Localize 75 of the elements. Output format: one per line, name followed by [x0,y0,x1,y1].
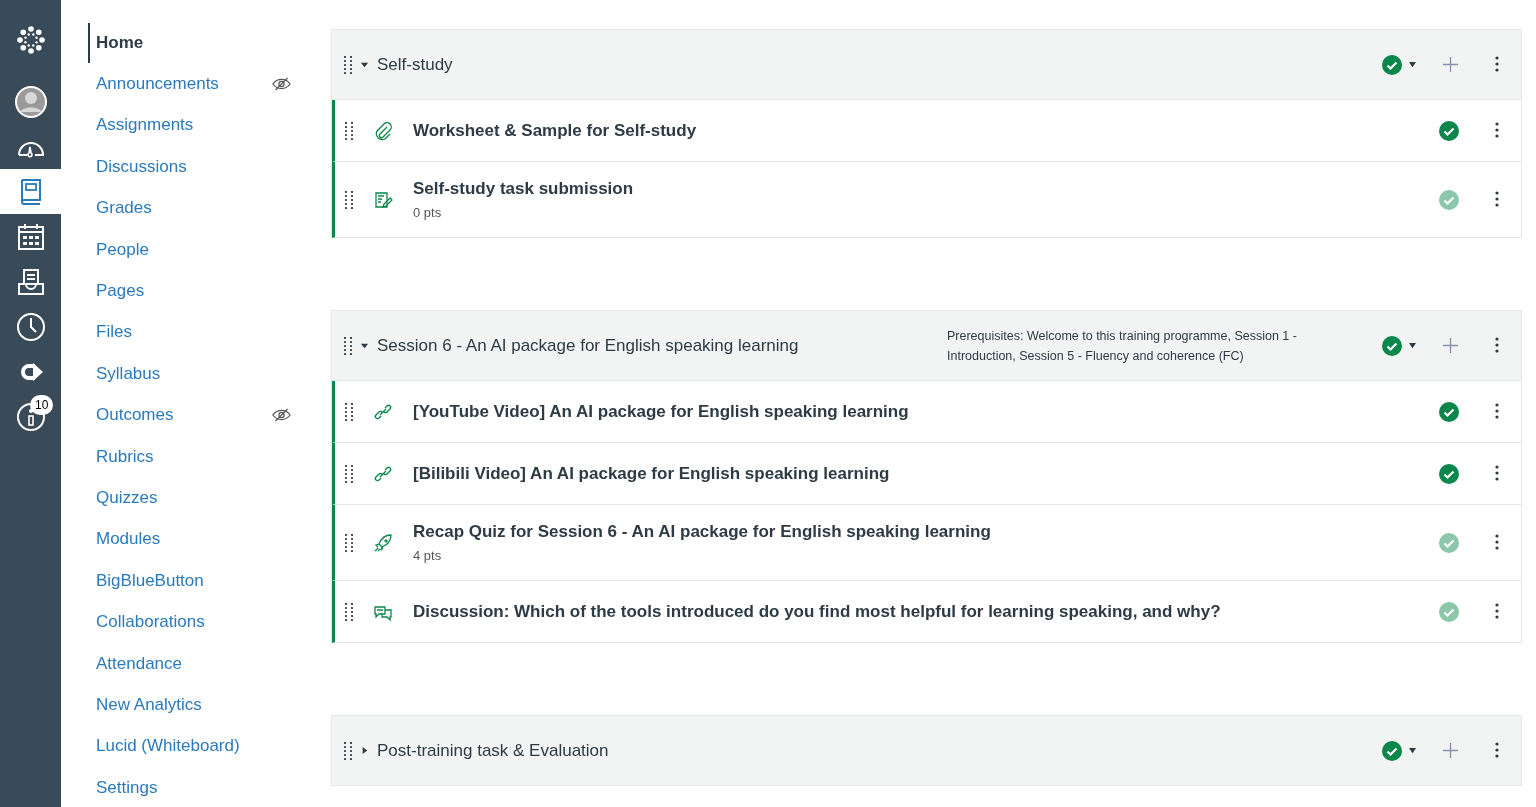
notification-badge: 10 [30,395,54,415]
published-check-icon[interactable] [1439,401,1459,422]
caret-icon[interactable] [360,746,369,755]
more-options-icon[interactable] [1495,602,1499,621]
drag-handle-icon[interactable] [345,190,353,209]
course-nav-link[interactable]: Rubrics [88,442,160,471]
more-options-icon[interactable] [1495,190,1499,209]
course-nav-link[interactable]: Attendance [88,649,188,678]
drag-handle-icon[interactable] [345,402,353,421]
logo-icon[interactable] [14,23,47,56]
course-nav-link[interactable]: Grades [88,194,158,223]
course-nav-link[interactable]: Syllabus [88,359,167,388]
publish-menu-button[interactable] [1382,740,1417,761]
drag-handle-icon[interactable] [345,121,353,140]
module-item-link[interactable]: Worksheet & Sample for Self-study [413,120,1439,141]
add-icon[interactable] [1442,742,1459,759]
caret-icon [1408,61,1417,68]
course-nav-link[interactable]: Files [88,318,138,347]
caret-icon [1408,342,1417,349]
module-item-link[interactable]: [YouTube Video] An AI package for English speaking learning [413,401,1439,422]
avatar-icon[interactable] [14,85,47,118]
drag-handle-icon[interactable] [344,336,352,355]
rocket-icon [373,532,393,553]
more-options-icon[interactable] [1495,533,1499,552]
more-options-icon[interactable] [1495,55,1499,74]
add-icon[interactable] [1442,56,1459,73]
assignment-icon [373,189,393,210]
course-nav-link[interactable]: Modules [88,525,167,554]
clock-icon[interactable] [14,310,47,343]
published-check-icon[interactable] [1439,601,1459,622]
module-item-link[interactable]: [Bilibili Video] An AI package for English speaking learning [413,463,1439,484]
course-nav-link[interactable]: Collaborations [88,608,211,637]
caret-icon[interactable] [360,341,369,350]
published-check-icon[interactable] [1439,120,1459,141]
published-check-icon[interactable] [1439,189,1459,210]
points-text: 0 pts [413,205,442,220]
publish-menu-button[interactable] [1382,54,1417,75]
course-nav-link[interactable]: Discussions [88,152,193,181]
drag-handle-icon[interactable] [345,533,353,552]
published-check-icon[interactable] [1439,532,1459,553]
course-nav-link[interactable]: Settings [88,773,164,802]
publish-menu-button[interactable] [1382,335,1417,356]
drag-handle-icon[interactable] [345,602,353,621]
paperclip-icon [373,120,393,141]
add-icon[interactable] [1442,337,1459,354]
course-nav-link[interactable]: Pages [88,277,151,306]
drag-handle-icon[interactable] [344,55,352,74]
drag-handle-icon[interactable] [344,741,352,760]
more-options-icon[interactable] [1495,464,1499,483]
course-nav-link[interactable]: Outcomes [88,401,180,430]
points-text: 4 pts [413,548,442,563]
caret-icon [1408,747,1417,754]
module-item-link[interactable]: Recap Quiz for Session 6 - An AI package for English speaking learning [413,522,1439,542]
course-nav-link[interactable]: Assignments [88,111,200,140]
course-nav-link[interactable]: BigBlueButton [88,566,210,595]
course-nav-link[interactable]: Lucid (Whiteboard) [88,732,246,761]
more-options-icon[interactable] [1495,121,1499,140]
module-title: Post-training task & Evaluation [377,740,610,761]
course-nav-link[interactable]: Announcements [88,70,225,99]
course-nav-link[interactable]: People [88,235,155,264]
caret-icon[interactable] [360,60,369,69]
module-item-link[interactable]: Discussion: Which of the tools introduced do you find most helpful for learning speaking, and why? [413,601,1439,622]
help-icon[interactable] [14,400,47,433]
more-options-icon[interactable] [1495,336,1499,355]
module-title: Self-study [377,54,454,75]
course-nav-link[interactable]: New Analytics [88,690,208,719]
prerequisites-text: Prerequisites: Welcome to this training programme, Session 1 - Introduction, Session 5 - Fluency and coherence (FC) [947,327,1298,365]
more-options-icon[interactable] [1495,402,1499,421]
drag-handle-icon[interactable] [345,464,353,483]
course-nav-link[interactable]: Home [88,22,150,63]
course-nav-link[interactable]: Quizzes [88,484,164,512]
module-title: Session 6 - An AI package for English speaking learning [377,335,800,356]
module-item-link[interactable]: Self-study task submission [413,179,1439,199]
published-check-icon[interactable] [1439,463,1459,484]
more-options-icon[interactable] [1495,741,1499,760]
